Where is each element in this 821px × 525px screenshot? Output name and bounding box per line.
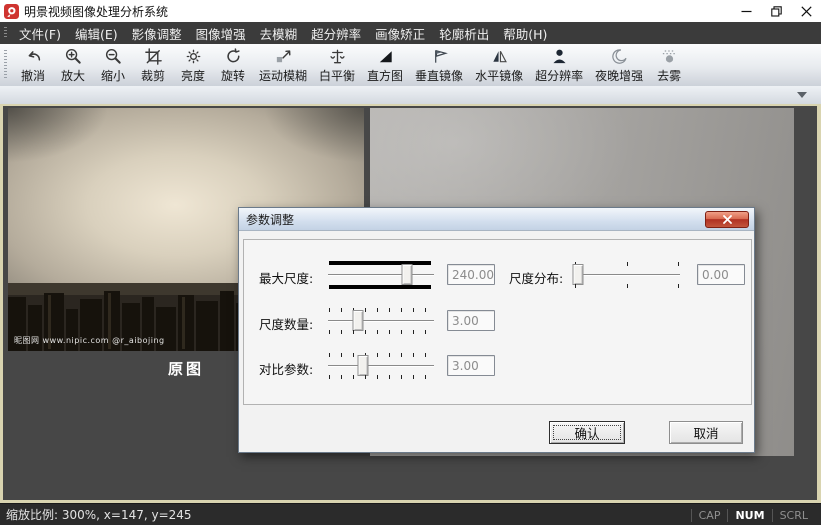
- menu-file[interactable]: 文件(F): [12, 21, 68, 46]
- rotate-icon: [226, 48, 240, 63]
- titlebar[interactable]: 明景视频图像处理分析系统: [0, 0, 821, 22]
- dense-tick-bar: [329, 285, 431, 289]
- white-balance-button[interactable]: 白平衡: [313, 45, 361, 85]
- confirm-button-label: 确认: [574, 426, 600, 441]
- toolbar-label: 缩小: [100, 69, 125, 83]
- super-resolution-button[interactable]: 超分辨率: [529, 45, 589, 85]
- cancel-button[interactable]: 取消: [669, 421, 743, 444]
- white-balance-icon: [329, 49, 345, 64]
- close-button[interactable]: [799, 4, 813, 18]
- histogram-icon: [379, 51, 392, 63]
- max-scale-slider[interactable]: [326, 261, 436, 289]
- toolbar-label: 夜晚增强: [595, 69, 644, 83]
- rotate-button[interactable]: 旋转: [213, 45, 253, 85]
- menu-image-adjust[interactable]: 影像调整: [125, 21, 189, 46]
- contrast-label: 对比参数:: [259, 362, 314, 377]
- toolbar-label: 直方图: [367, 69, 404, 83]
- histogram-button[interactable]: 直方图: [361, 45, 409, 85]
- zoom-out-button[interactable]: 缩小: [93, 45, 133, 85]
- dialog-close-button[interactable]: [705, 211, 749, 228]
- night-enhance-icon: [611, 49, 627, 64]
- dialog-titlebar[interactable]: 参数调整: [239, 208, 754, 231]
- scale-dist-slider[interactable]: [572, 261, 682, 289]
- menu-image-rectify[interactable]: 画像矫正: [368, 21, 432, 46]
- scale-count-value: 3.00: [447, 310, 495, 331]
- minimize-button[interactable]: [739, 4, 753, 18]
- night-enhance-button[interactable]: 夜晚增强: [589, 45, 649, 85]
- toolbar: 撤消 放大 缩小 裁剪 亮度 旋转 运动模糊 白平衡 直方图 垂直镜像 水平镜像…: [0, 44, 821, 86]
- menubar-grip[interactable]: [4, 27, 7, 39]
- toolbar-label: 放大: [60, 69, 85, 83]
- undo-icon: [28, 51, 40, 61]
- horizontal-mirror-icon: [492, 51, 507, 63]
- toolbar-grip[interactable]: [4, 50, 7, 80]
- dense-tick-bar: [329, 261, 431, 265]
- scale-count-label: 尺度数量:: [259, 317, 314, 332]
- app-logo-icon: [4, 3, 19, 19]
- app-window: 明景视频图像处理分析系统 文件(F) 编辑(E) 影像调整 图像增强 去模糊 超…: [0, 0, 821, 525]
- crop-icon: [144, 48, 162, 65]
- menu-help[interactable]: 帮助(H): [496, 21, 554, 46]
- zoom-out-icon: [105, 48, 121, 64]
- zoom-in-button[interactable]: 放大: [53, 45, 93, 85]
- super-resolution-icon: [552, 49, 566, 64]
- toolbar-label: 裁剪: [140, 69, 165, 83]
- scale-dist-slider-thumb[interactable]: [572, 264, 583, 285]
- dialog-title: 参数调整: [246, 212, 295, 227]
- zoom-coordinates-readout: 缩放比例: 300%, x=147, y=245: [6, 508, 192, 522]
- menu-contour-extract[interactable]: 轮廓析出: [432, 21, 496, 46]
- toolbar-label: 白平衡: [319, 69, 356, 83]
- brightness-button[interactable]: 亮度: [173, 45, 213, 85]
- vertical-mirror-button[interactable]: 垂直镜像: [409, 45, 469, 85]
- scrolllock-indicator: SCRL: [771, 508, 815, 522]
- undo-button[interactable]: 撤消: [13, 45, 53, 85]
- crop-button[interactable]: 裁剪: [133, 45, 173, 85]
- menu-deblur[interactable]: 去模糊: [253, 21, 305, 46]
- scale-count-slider[interactable]: [326, 307, 436, 335]
- toolbar-label: 亮度: [180, 69, 205, 83]
- scale-dist-label: 尺度分布:: [509, 271, 564, 286]
- dehaze-icon: [662, 50, 676, 63]
- contrast-slider-thumb[interactable]: [357, 355, 369, 376]
- menu-edit[interactable]: 编辑(E): [68, 21, 125, 46]
- max-scale-slider-thumb[interactable]: [401, 264, 413, 285]
- scale-dist-value: 0.00: [697, 264, 745, 285]
- menu-super-resolution[interactable]: 超分辨率: [304, 21, 368, 46]
- image-watermark: 昵图网 www.nipic.com @r_aibojing: [14, 336, 165, 345]
- toolbar-label: 去雾: [657, 69, 682, 83]
- toolbar-label: 旋转: [220, 69, 245, 83]
- max-scale-label: 最大尺度:: [259, 271, 314, 286]
- menubar: 文件(F) 编辑(E) 影像调整 图像增强 去模糊 超分辨率 画像矫正 轮廓析出…: [0, 22, 821, 44]
- toolbar-label: 超分辨率: [535, 69, 584, 83]
- parameter-dialog: 参数调整 最大尺度: 240.00 尺度分布: 0.00 尺度数量: 3.00 …: [238, 207, 755, 453]
- toolbar-secondary-strip: [0, 86, 821, 104]
- close-x-icon: [722, 215, 732, 224]
- toolbar-label: 水平镜像: [475, 69, 524, 83]
- toolbar-label: 垂直镜像: [415, 69, 464, 83]
- toolbar-label: 运动模糊: [259, 69, 308, 83]
- contrast-slider[interactable]: [326, 352, 436, 380]
- vertical-mirror-icon: [434, 49, 448, 63]
- brightness-icon: [186, 49, 200, 64]
- motion-blur-button[interactable]: 运动模糊: [253, 45, 313, 85]
- numlock-indicator: NUM: [727, 508, 771, 522]
- cancel-button-label: 取消: [693, 426, 719, 441]
- horizontal-mirror-button[interactable]: 水平镜像: [469, 45, 529, 85]
- capslock-indicator: CAP: [690, 508, 728, 522]
- confirm-button[interactable]: 确认: [549, 421, 625, 444]
- toolbar-overflow-chevron[interactable]: [797, 92, 807, 98]
- dehaze-button[interactable]: 去雾: [649, 45, 689, 85]
- scale-count-slider-thumb[interactable]: [352, 310, 364, 331]
- restore-button[interactable]: [769, 4, 783, 18]
- window-title: 明景视频图像处理分析系统: [24, 4, 169, 19]
- max-scale-value: 240.00: [447, 264, 495, 285]
- contrast-value: 3.00: [447, 355, 495, 376]
- motion-blur-icon: [276, 50, 290, 63]
- menu-image-enhance[interactable]: 图像增强: [189, 21, 253, 46]
- zoom-in-icon: [65, 48, 81, 64]
- statusbar: 缩放比例: 300%, x=147, y=245 CAP NUM SCRL: [0, 503, 821, 525]
- toolbar-label: 撤消: [20, 69, 45, 83]
